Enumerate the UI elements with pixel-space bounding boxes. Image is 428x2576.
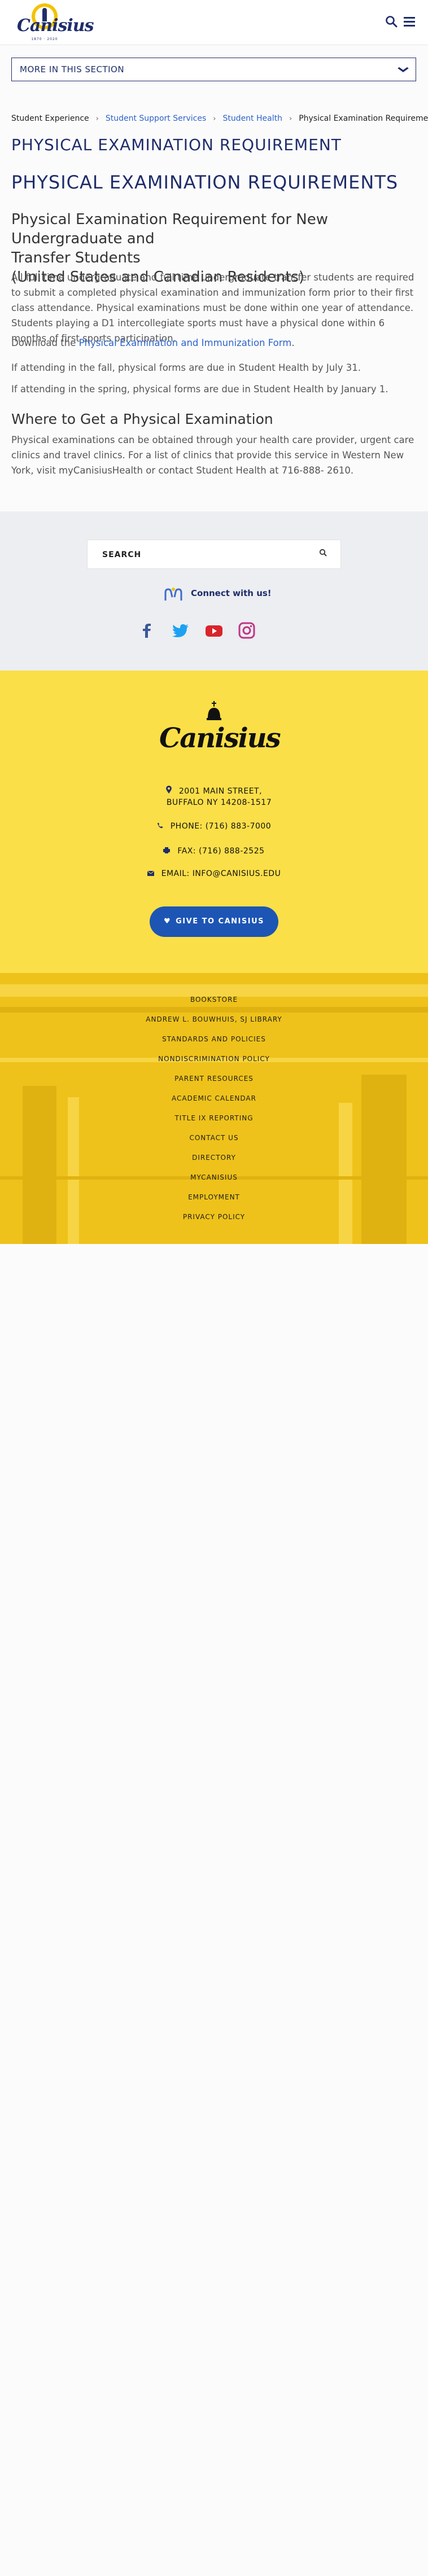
instagram-icon[interactable]	[237, 621, 256, 640]
download-suffix: .	[291, 338, 295, 348]
subheading-line: Transfer Students	[11, 249, 141, 266]
chevron-right-icon: ›	[95, 115, 99, 123]
breadcrumb-current: Physical Examination Requirement	[299, 114, 428, 123]
more-in-section-dropdown[interactable]: MORE IN THIS SECTION	[11, 58, 416, 81]
envelope-icon	[147, 869, 157, 878]
search-connect-band: Connect with us!	[0, 511, 428, 671]
breadcrumb: Student Experience › Student Support Servi…	[11, 114, 428, 123]
breadcrumb-link[interactable]: Student Health	[222, 114, 282, 123]
email-text: EMAIL: INFO@CANISIUS.EDU	[161, 869, 281, 878]
footer-contact-band: Canisius 2001 MAIN STREET, BUFFALO NY 14…	[0, 671, 428, 973]
footer-link[interactable]: ACADEMIC CALENDAR	[0, 1094, 428, 1102]
footer-link[interactable]: PRIVACY POLICY	[0, 1213, 428, 1221]
footer-address: 2001 MAIN STREET, BUFFALO NY 14208-1517	[0, 786, 428, 808]
connect-with-us: Connect with us!	[0, 584, 428, 606]
chevron-right-icon: ›	[289, 115, 292, 123]
give-to-canisius-button[interactable]: ♥ GIVE TO CANISIUS	[150, 906, 278, 937]
hamburger-menu-icon[interactable]	[402, 15, 417, 30]
where-paragraph: Physical examinations can be obtained th…	[11, 435, 414, 476]
footer-link[interactable]: ANDREW L. BOUWHUIS, SJ LIBRARY	[0, 1015, 428, 1023]
chevron-right-icon: ›	[213, 115, 216, 123]
breadcrumb-item: Student Experience	[11, 114, 89, 123]
connect-hands-icon	[164, 586, 183, 602]
canisius-logo[interactable]: Canisius 1870 · 2020	[17, 3, 94, 43]
footer-link[interactable]: CONTACT US	[0, 1134, 428, 1142]
subheading-line: Physical Examination Requirement for New…	[11, 211, 329, 247]
content-heading: PHYSICAL EXAMINATION REQUIREMENTS	[11, 172, 399, 193]
give-button-label: GIVE TO CANISIUS	[176, 917, 264, 926]
site-header: Canisius 1870 · 2020	[0, 0, 428, 45]
footer-link[interactable]: NONDISCRIMINATION POLICY	[0, 1055, 428, 1063]
address-line: BUFFALO NY 14208-1517	[166, 798, 272, 807]
footer-link[interactable]: PARENT RESOURCES	[0, 1075, 428, 1083]
footer-fax: FAX: (716) 888-2525	[0, 847, 428, 856]
fax-text: FAX: (716) 888-2525	[177, 847, 265, 856]
address-line: 2001 MAIN STREET,	[178, 787, 263, 796]
phone-icon	[157, 822, 166, 831]
footer-email[interactable]: EMAIL: INFO@CANISIUS.EDU	[0, 869, 428, 878]
spring-deadline-text: If attending in the spring, physical for…	[11, 384, 388, 395]
footer-link[interactable]: BOOKSTORE	[0, 996, 428, 1004]
section-dropdown-label: MORE IN THIS SECTION	[20, 64, 125, 75]
search-icon[interactable]	[319, 548, 327, 559]
search-icon[interactable]	[384, 15, 399, 30]
footer-phone[interactable]: PHONE: (716) 883-7000	[0, 822, 428, 831]
requirement-paragraph: All full time undergraduate and full tim…	[11, 272, 414, 344]
footer-canisius-logo[interactable]: Canisius	[159, 701, 281, 762]
download-paragraph: Download the Physical Examination and Im…	[11, 335, 418, 351]
download-prefix: Download the	[11, 338, 79, 348]
where-heading: Where to Get a Physical Examination	[11, 411, 273, 427]
physical-form-link[interactable]: Physical Examination and Immunization Fo…	[79, 338, 292, 348]
page-title: PHYSICAL EXAMINATION REQUIREMENT	[11, 135, 342, 154]
footer-link[interactable]: STANDARDS AND POLICIES	[0, 1035, 428, 1043]
chevron-down-icon	[397, 62, 409, 81]
footer-link[interactable]: EMPLOYMENT	[0, 1193, 428, 1201]
heart-icon: ♥	[163, 917, 172, 926]
footer-link[interactable]: MYCANISIUS	[0, 1173, 428, 1181]
footer-link[interactable]: TITLE IX REPORTING	[0, 1114, 428, 1122]
fax-icon	[163, 847, 173, 856]
footer-link[interactable]: DIRECTORY	[0, 1154, 428, 1162]
phone-text: PHONE: (716) 883-7000	[170, 822, 272, 831]
logo-years: 1870 · 2020	[31, 37, 58, 41]
logo-wordmark: Canisius	[17, 16, 94, 36]
footer-logo-wordmark: Canisius	[159, 722, 281, 754]
footer-link-list: BOOKSTORE ANDREW L. BOUWHUIS, SJ LIBRARY…	[0, 973, 428, 1244]
youtube-icon[interactable]	[204, 621, 224, 640]
map-pin-icon	[165, 786, 174, 796]
footer-links-band: BOOKSTORE ANDREW L. BOUWHUIS, SJ LIBRARY…	[0, 973, 428, 1244]
breadcrumb-link[interactable]: Student Support Services	[106, 114, 206, 123]
footer-search-box	[87, 540, 341, 569]
fall-deadline-text: If attending in the fall, physical forms…	[11, 362, 361, 373]
connect-text: Connect with us!	[191, 588, 272, 598]
footer-search-input[interactable]	[102, 548, 311, 562]
twitter-icon[interactable]	[171, 621, 190, 640]
facebook-icon[interactable]	[137, 621, 156, 640]
